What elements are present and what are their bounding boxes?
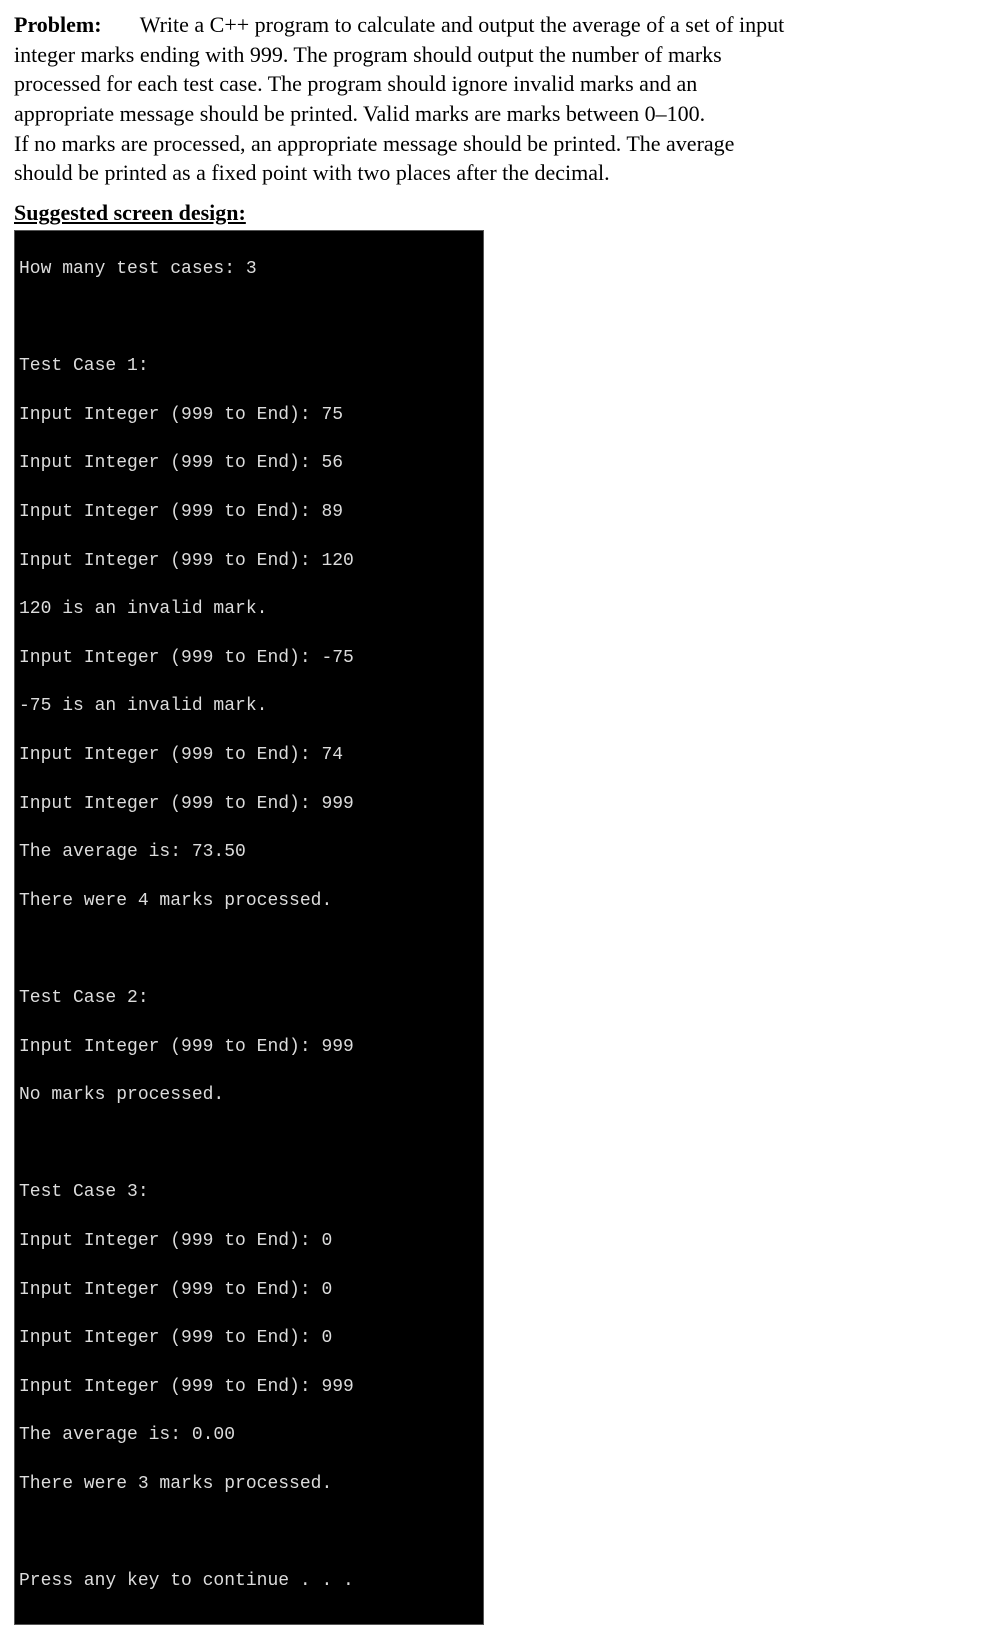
problem-text-line1: Write a C++ program to calculate and out… [140,12,785,37]
suggested-screen-design-label: Suggested screen design: [14,198,986,228]
terminal-line: Input Integer (999 to End): 0 [19,1326,479,1350]
terminal-line: 120 is an invalid mark. [19,597,479,621]
terminal-line: The average is: 73.50 [19,840,479,864]
terminal-line: Input Integer (999 to End): 89 [19,500,479,524]
terminal-line: -75 is an invalid mark. [19,694,479,718]
terminal-blank-line [19,1521,479,1545]
terminal-line: No marks processed. [19,1083,479,1107]
terminal-line: Test Case 3: [19,1180,479,1204]
problem-statement: Problem: Write a C++ program to calculat… [14,10,986,188]
terminal-line: Press any key to continue . . . [19,1569,479,1593]
problem-text-line3: processed for each test case. The progra… [14,71,697,96]
terminal-line: The average is: 0.00 [19,1423,479,1447]
terminal-line: How many test cases: 3 [19,257,479,281]
terminal-line: Input Integer (999 to End): 999 [19,1035,479,1059]
problem-text-line4: appropriate message should be printed. V… [14,101,705,126]
terminal-line: Test Case 1: [19,354,479,378]
terminal-line: There were 4 marks processed. [19,889,479,913]
terminal-blank-line [19,306,479,330]
terminal-line: There were 3 marks processed. [19,1472,479,1496]
terminal-line: Input Integer (999 to End): -75 [19,646,479,670]
terminal-line: Input Integer (999 to End): 999 [19,1375,479,1399]
terminal-line: Test Case 2: [19,986,479,1010]
terminal-blank-line [19,1132,479,1156]
terminal-line: Input Integer (999 to End): 56 [19,451,479,475]
problem-text-line6: should be printed as a fixed point with … [14,160,610,185]
terminal-line: Input Integer (999 to End): 120 [19,549,479,573]
terminal-line: Input Integer (999 to End): 999 [19,792,479,816]
terminal-line: Input Integer (999 to End): 0 [19,1278,479,1302]
terminal-line: Input Integer (999 to End): 0 [19,1229,479,1253]
problem-label: Problem: [14,12,102,37]
problem-text-line5: If no marks are processed, an appropriat… [14,131,734,156]
terminal-line: Input Integer (999 to End): 74 [19,743,479,767]
problem-text-line2: integer marks ending with 999. The progr… [14,42,722,67]
terminal-line: Input Integer (999 to End): 75 [19,403,479,427]
terminal-output: How many test cases: 3 Test Case 1: Inpu… [14,230,484,1625]
terminal-blank-line [19,937,479,961]
